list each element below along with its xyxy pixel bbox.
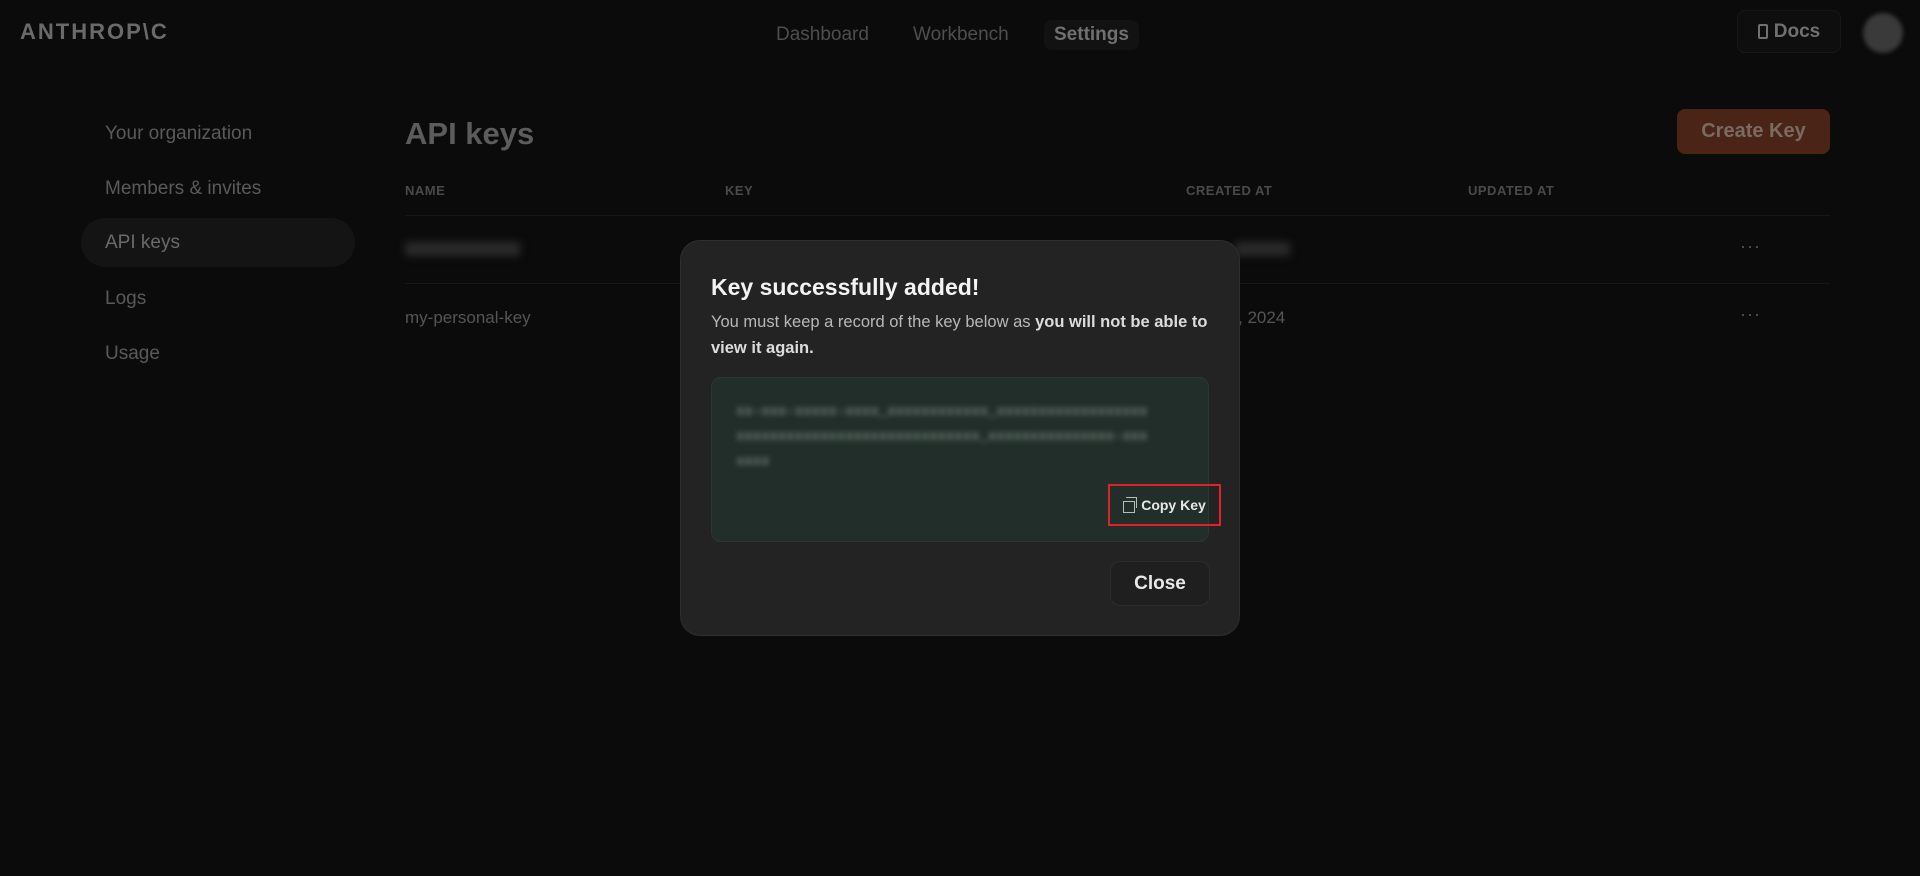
api-key-value-blurred: xx-xxx-xxxxx-xxxx_xxxxxxxxxxxx_xxxxxxxxx… [736, 404, 1148, 470]
key-added-dialog: Key successfully added! You must keep a … [680, 240, 1240, 636]
sidebar-item-members[interactable]: Members & invites [81, 164, 355, 213]
divider [405, 215, 1830, 216]
table-row-name: my-personal-key [405, 308, 531, 327]
message-text: You must keep a record of the key below … [711, 313, 1036, 331]
docs-button[interactable]: Docs [1737, 10, 1841, 53]
copy-icon [1123, 496, 1138, 513]
column-key: KEY [725, 183, 754, 198]
create-key-button[interactable]: Create Key [1677, 109, 1830, 154]
anthropic-logo[interactable]: ANTHROP\C [20, 19, 169, 45]
dialog-message: You must keep a record of the key below … [711, 309, 1221, 361]
sidebar-item-api-keys[interactable]: API keys [81, 218, 355, 267]
page-title: API keys [405, 116, 535, 151]
row-menu-button[interactable]: ··· [1740, 236, 1761, 257]
column-updated: UPDATED AT [1468, 183, 1555, 198]
table-row-name-blurred [405, 242, 520, 256]
table-row-created: , 2024 [1238, 308, 1286, 327]
column-name: NAME [405, 183, 446, 198]
nav-settings[interactable]: Settings [1044, 20, 1139, 50]
sidebar-item-usage[interactable]: Usage [81, 329, 355, 378]
avatar[interactable] [1863, 13, 1903, 53]
table-row-created-blurred [1235, 242, 1290, 256]
sidebar-item-logs[interactable]: Logs [81, 274, 355, 323]
copy-key-button[interactable]: Copy Key [1108, 484, 1221, 526]
close-button[interactable]: Close [1110, 561, 1210, 606]
api-key-box: xx-xxx-xxxxx-xxxx_xxxxxxxxxxxx_xxxxxxxxx… [711, 377, 1221, 542]
column-created: CREATED AT [1186, 183, 1273, 198]
nav-workbench[interactable]: Workbench [903, 20, 1019, 50]
sidebar-item-organization[interactable]: Your organization [81, 109, 355, 158]
book-icon [1757, 24, 1768, 39]
nav-dashboard[interactable]: Dashboard [766, 20, 879, 50]
row-menu-button[interactable]: ··· [1740, 304, 1761, 325]
docs-label: Docs [1773, 20, 1821, 42]
copy-key-label: Copy Key [1141, 497, 1206, 513]
dialog-title: Key successfully added! [711, 274, 980, 300]
